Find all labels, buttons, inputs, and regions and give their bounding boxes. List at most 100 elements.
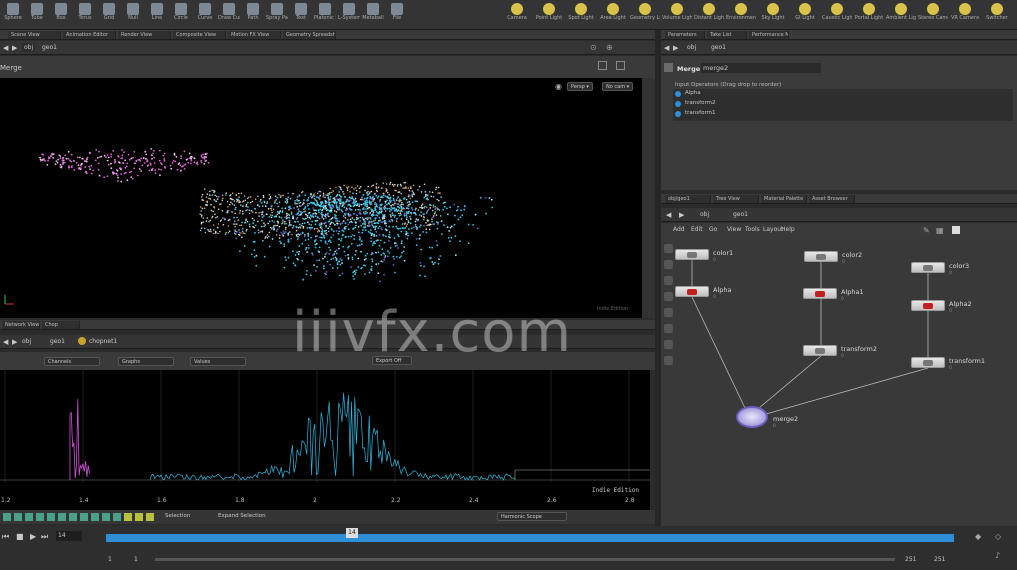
tab-2[interactable]: Render View	[118, 31, 171, 39]
channel-swatch[interactable]	[80, 513, 88, 521]
input-row[interactable]: Alpha	[673, 90, 1013, 99]
net-menu-3[interactable]: View	[727, 226, 741, 233]
path-obj[interactable]: obj	[20, 337, 33, 346]
shelf-light-0[interactable]: Camera	[502, 2, 532, 28]
network-editor[interactable]: color1 0 Alpha 0 color2 0 Alpha1 0 transform2 0 co…	[661, 238, 1017, 526]
net-menu-0[interactable]: Add	[673, 226, 685, 233]
link-icon[interactable]: ⊕	[606, 43, 613, 52]
shelf-light-7[interactable]: Environment Light	[726, 2, 756, 28]
pin-icon[interactable]: ⊙	[590, 43, 597, 52]
shelf-tool-7[interactable]: Circle	[170, 2, 192, 28]
net-menu-6[interactable]: Help	[781, 226, 795, 233]
current-frame-field[interactable]: 14	[56, 531, 82, 541]
tab-1[interactable]: Take List	[707, 31, 747, 39]
shelf-light-13[interactable]: Stereo Camera	[918, 2, 948, 28]
display-icon[interactable]	[952, 226, 960, 234]
shelf-tool-13[interactable]: Platonic Solids	[314, 2, 336, 28]
tab-0[interactable]: Scene View	[8, 31, 61, 39]
graphs-menu[interactable]: Graphs	[118, 357, 174, 366]
scene-viewport[interactable]: ◉ Persp ▾ No cam ▾ Indie Edition	[0, 78, 655, 318]
expand-toggle[interactable]: Expand Selection	[218, 513, 266, 519]
split-icon[interactable]	[616, 61, 625, 70]
node-color3[interactable]	[911, 262, 945, 273]
path-geo[interactable]: geo1	[40, 43, 59, 52]
selection-toggle[interactable]: Selection	[165, 513, 190, 519]
network-tool-icon[interactable]	[664, 324, 673, 333]
input-handle-icon[interactable]	[675, 91, 681, 97]
tab-0[interactable]: obj/geo1	[665, 195, 711, 203]
tab-3[interactable]: Composite View	[173, 31, 226, 39]
shelf-light-4[interactable]: Geometry Light	[630, 2, 660, 28]
back-icon[interactable]: ◀	[3, 44, 8, 52]
network-tool-icon[interactable]	[664, 340, 673, 349]
range-slider[interactable]	[155, 558, 895, 561]
tab-4[interactable]: Motion FX View	[228, 31, 281, 39]
values-menu[interactable]: Values	[190, 357, 246, 366]
channel-swatch[interactable]	[58, 513, 66, 521]
channel-swatch[interactable]	[102, 513, 110, 521]
key-icon[interactable]: ◆	[975, 532, 981, 541]
shelf-light-11[interactable]: Portal Light	[854, 2, 884, 28]
play-start-icon[interactable]: ⏮	[2, 532, 9, 542]
back-icon[interactable]: ◀	[666, 211, 671, 219]
path-chopnet[interactable]: chopnet1	[89, 337, 117, 346]
node-name-field[interactable]: merge2	[701, 63, 821, 73]
shelf-light-2[interactable]: Spot Light	[566, 2, 596, 28]
channel-swatch[interactable]	[69, 513, 77, 521]
path-geo[interactable]: geo1	[709, 43, 728, 52]
stop-icon[interactable]: ■	[16, 532, 24, 541]
forward-icon[interactable]: ▶	[673, 44, 678, 52]
shelf-tool-8[interactable]: Curve	[194, 2, 216, 28]
scope-menu[interactable]: Harmonic Scope	[497, 512, 567, 521]
node-transform2[interactable]	[803, 345, 837, 356]
input-row[interactable]: transform1	[673, 110, 1013, 119]
tab-1[interactable]: Tree View	[713, 195, 759, 203]
channel-swatch[interactable]	[36, 513, 44, 521]
playback-start[interactable]: 1	[134, 556, 138, 563]
channel-swatch[interactable]	[47, 513, 55, 521]
grid-icon[interactable]: ▦	[936, 226, 944, 235]
shelf-tool-1[interactable]: Tube	[26, 2, 48, 28]
shelf-light-14[interactable]: VR Camera	[950, 2, 980, 28]
net-menu-1[interactable]: Edit	[691, 226, 703, 233]
node-Alpha2[interactable]	[911, 300, 945, 311]
play-icon[interactable]: ▶	[30, 532, 36, 541]
shelf-light-3[interactable]: Area Light	[598, 2, 628, 28]
channel-swatch[interactable]	[135, 513, 143, 521]
tab-2[interactable]: Material Palette	[761, 195, 807, 203]
keyframe-icon[interactable]: ◇	[995, 532, 1001, 541]
camera-menu[interactable]: No cam ▾	[602, 82, 634, 91]
channel-graph[interactable]: Indie Edition	[0, 370, 650, 510]
network-tool-icon[interactable]	[664, 308, 673, 317]
node-transform1[interactable]	[911, 357, 945, 368]
path-obj[interactable]: obj	[698, 210, 711, 219]
tab-2[interactable]: Performance Monitor	[749, 31, 789, 39]
tab-3[interactable]: Asset Browser	[809, 195, 855, 203]
shelf-tool-16[interactable]: File	[386, 2, 408, 28]
play-end-icon[interactable]: ⏭	[41, 532, 48, 542]
range-start[interactable]: 1	[108, 556, 112, 563]
forward-icon[interactable]: ▶	[12, 338, 17, 346]
path-obj[interactable]: obj	[685, 43, 698, 52]
shelf-tool-10[interactable]: Path	[242, 2, 264, 28]
wrench-icon[interactable]: ✎	[923, 226, 930, 235]
shelf-light-5[interactable]: Volume Light	[662, 2, 692, 28]
input-handle-icon[interactable]	[675, 101, 681, 107]
path-geo[interactable]: geo1	[731, 210, 750, 219]
channel-swatch[interactable]	[3, 513, 11, 521]
network-tool-icon[interactable]	[664, 276, 673, 285]
tab-1[interactable]: Chop	[42, 321, 80, 329]
input-row[interactable]: transform2	[673, 100, 1013, 109]
range-end[interactable]: 251	[934, 556, 945, 563]
shelf-light-8[interactable]: Sky Light	[758, 2, 788, 28]
input-list[interactable]: Alpha transform2 transform1	[673, 89, 1013, 121]
persp-menu[interactable]: Persp ▾	[567, 82, 593, 91]
shelf-tool-15[interactable]: Metaball	[362, 2, 384, 28]
network-tool-icon[interactable]	[664, 292, 673, 301]
node-color2[interactable]	[804, 251, 838, 262]
net-menu-2[interactable]: Go	[709, 226, 717, 233]
tab-0[interactable]: Network View	[2, 321, 40, 329]
channel-swatch[interactable]	[146, 513, 154, 521]
maximize-icon[interactable]	[598, 61, 607, 70]
shelf-light-12[interactable]: Ambient Light	[886, 2, 916, 28]
